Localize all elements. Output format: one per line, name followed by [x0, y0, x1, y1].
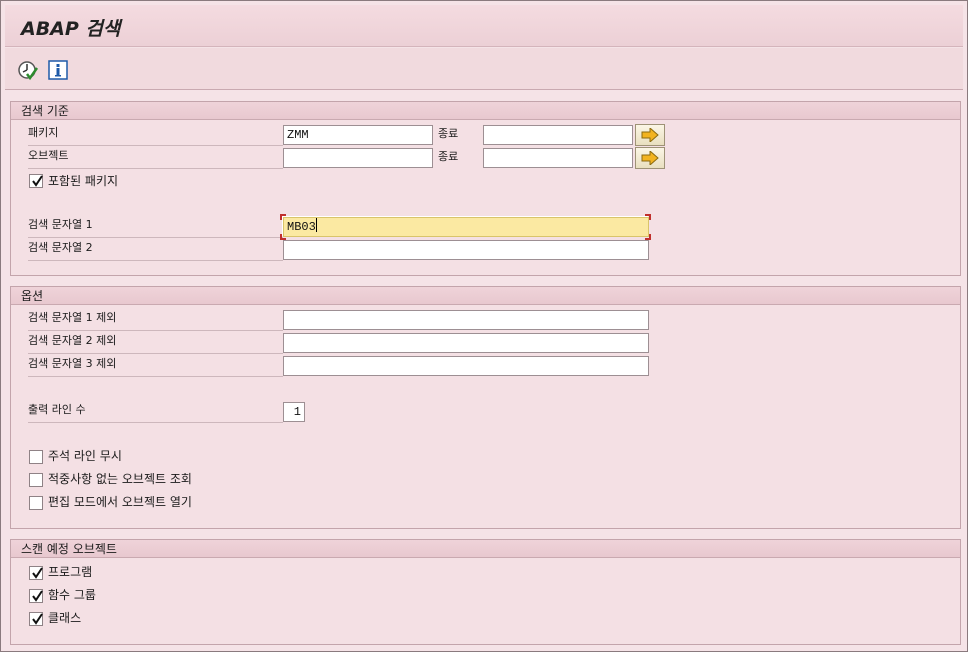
search-string2-label: 검색 문자열 2	[28, 239, 283, 261]
object-to-label: 종료	[438, 150, 459, 163]
arrow-right-icon	[641, 128, 659, 142]
package-to-input[interactable]	[483, 125, 633, 145]
function-groups-label: 함수 그룹	[48, 588, 96, 602]
checkmark-icon	[32, 175, 43, 187]
exclude3-label: 검색 문자열 3 제외	[28, 355, 283, 377]
ignore-comments-checkbox[interactable]	[29, 450, 43, 464]
programs-label: 프로그램	[48, 565, 93, 579]
checkmark-icon	[32, 613, 43, 625]
page-title: ABAP 검색	[21, 18, 121, 40]
exclude1-label: 검색 문자열 1 제외	[28, 309, 283, 331]
function-groups-checkbox[interactable]	[29, 589, 43, 603]
object-label: 오브젝트	[28, 147, 283, 169]
search-string2-input[interactable]	[283, 240, 649, 260]
classes-label: 클래스	[48, 611, 82, 625]
package-input[interactable]: ZMM	[283, 125, 433, 145]
object-to-input[interactable]	[483, 148, 633, 168]
exclude2-input[interactable]	[283, 333, 649, 353]
package-to-label: 종료	[438, 127, 459, 140]
search-string1-input[interactable]: MB03	[283, 217, 649, 237]
execute-button[interactable]	[17, 59, 39, 81]
info-icon	[48, 60, 68, 80]
group-heading: 검색 기준	[11, 102, 960, 120]
scan-objects-group: 스캔 예정 오브젝트 프로그램 함수 그룹 클래스	[10, 539, 961, 645]
group-heading: 스캔 예정 오브젝트	[11, 540, 960, 558]
classes-checkbox[interactable]	[29, 612, 43, 626]
package-multiple-selection-button[interactable]	[635, 124, 665, 146]
sap-window: ABAP 검색 검색 기준 패키지 ZMM 종료 오브젝트 종료 포함된 패키지…	[0, 0, 968, 652]
search-string1-value: MB03	[287, 220, 316, 234]
output-lines-label: 출력 라인 수	[28, 401, 283, 423]
checkmark-icon	[32, 567, 43, 579]
ignore-comments-label: 주석 라인 무시	[48, 449, 122, 463]
focus-corner	[645, 214, 651, 220]
search-criteria-group: 검색 기준 패키지 ZMM 종료 오브젝트 종료 포함된 패키지 검색 문자열 …	[10, 101, 961, 276]
edit-mode-label: 편집 모드에서 오브젝트 열기	[48, 495, 192, 509]
incl-packages-checkbox[interactable]	[29, 174, 43, 188]
checkmark-icon	[32, 590, 43, 602]
exclude3-input[interactable]	[283, 356, 649, 376]
info-button[interactable]	[47, 59, 69, 81]
group-heading: 옵션	[11, 287, 960, 305]
exclude1-input[interactable]	[283, 310, 649, 330]
focus-corner	[280, 214, 286, 220]
object-multiple-selection-button[interactable]	[635, 147, 665, 169]
incl-packages-label: 포함된 패키지	[48, 174, 119, 188]
edit-mode-checkbox[interactable]	[29, 496, 43, 510]
title-bar: ABAP 검색	[5, 5, 963, 47]
execute-clock-check-icon	[18, 61, 39, 81]
output-lines-input[interactable]: 1	[283, 402, 305, 422]
package-label: 패키지	[28, 124, 283, 146]
arrow-right-icon	[641, 151, 659, 165]
object-input[interactable]	[283, 148, 433, 168]
no-hits-label: 적중사항 없는 오브젝트 조회	[48, 472, 192, 486]
programs-checkbox[interactable]	[29, 566, 43, 580]
text-cursor	[315, 218, 317, 232]
no-hits-checkbox[interactable]	[29, 473, 43, 487]
search-string1-label: 검색 문자열 1	[28, 216, 283, 238]
application-toolbar	[5, 48, 963, 90]
exclude2-label: 검색 문자열 2 제외	[28, 332, 283, 354]
options-group: 옵션 검색 문자열 1 제외 검색 문자열 2 제외 검색 문자열 3 제외 출…	[10, 286, 961, 529]
